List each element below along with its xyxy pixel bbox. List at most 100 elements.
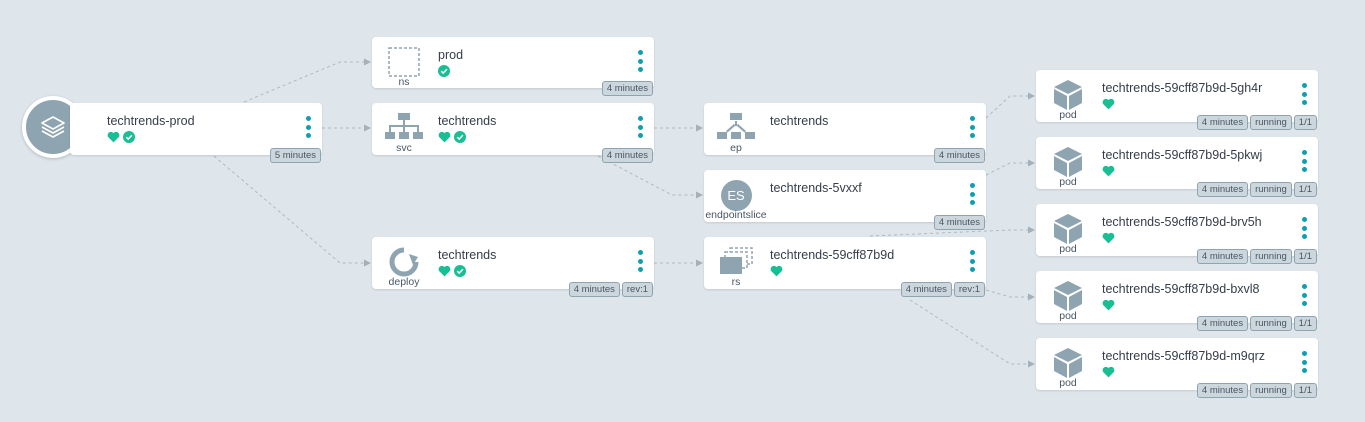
badges: 5 minutes xyxy=(269,148,321,163)
status-badge: running xyxy=(1250,182,1292,197)
pod-node[interactable]: pod techtrends-59cff87b9d-brv5h 4 minute… xyxy=(1036,204,1318,264)
pod-icon xyxy=(1048,346,1088,380)
node-menu-button[interactable] xyxy=(968,116,976,138)
node-title: techtrends-59cff87b9d xyxy=(770,248,895,262)
synced-check-icon xyxy=(454,131,466,143)
healthy-heart-icon xyxy=(770,265,783,277)
badges: 4 minutes rev:1 xyxy=(568,282,653,297)
ready-badge: 1/1 xyxy=(1293,115,1317,130)
node-kind: pod xyxy=(1059,243,1077,255)
healthy-heart-icon xyxy=(1102,232,1115,244)
pod-node[interactable]: pod techtrends-59cff87b9d-5pkwj 4 minute… xyxy=(1036,137,1318,197)
node-menu-button[interactable] xyxy=(1300,284,1308,306)
synced-check-icon xyxy=(123,131,135,143)
badges: 4 minutes xyxy=(601,81,653,96)
healthy-heart-icon xyxy=(1102,98,1115,110)
deployment-node[interactable]: deploy techtrends 4 minutes rev:1 xyxy=(372,237,654,297)
node-kind: pod xyxy=(1059,176,1077,188)
pod-node[interactable]: pod techtrends-59cff87b9d-5gh4r 4 minute… xyxy=(1036,70,1318,130)
node-menu-button[interactable] xyxy=(1300,351,1308,373)
synced-check-icon xyxy=(454,265,466,277)
badges: 4 minutes running 1/1 xyxy=(1196,182,1317,197)
node-title: prod xyxy=(438,48,464,62)
pod-node[interactable]: pod techtrends-59cff87b9d-m9qrz 4 minute… xyxy=(1036,338,1318,398)
age-badge: 4 minutes xyxy=(601,148,653,163)
healthy-heart-icon xyxy=(107,131,120,143)
age-badge: 5 minutes xyxy=(269,148,321,163)
application-card[interactable]: techtrends-prod 5 minutes xyxy=(70,103,322,163)
edge-app-deploy xyxy=(213,155,371,267)
age-badge: 4 minutes xyxy=(1196,383,1249,398)
edge-ep-pod2 xyxy=(985,159,1035,176)
node-menu-button[interactable] xyxy=(968,183,976,205)
node-title: techtrends-59cff87b9d-5pkwj xyxy=(1102,148,1263,162)
age-badge: 4 minutes xyxy=(1196,115,1249,130)
age-badge: 4 minutes xyxy=(1196,249,1249,264)
status-icons xyxy=(438,265,466,277)
node-kind: ns xyxy=(398,76,410,88)
node-title: techtrends-59cff87b9d-bxvl8 xyxy=(1102,282,1260,296)
revision-badge: rev:1 xyxy=(621,282,653,297)
node-menu-button[interactable] xyxy=(968,250,976,272)
pod-icon xyxy=(1048,279,1088,313)
node-kind: pod xyxy=(1059,310,1077,322)
status-icons xyxy=(1102,98,1115,110)
status-icons xyxy=(1102,165,1115,177)
node-title: techtrends xyxy=(770,114,829,128)
ready-badge: 1/1 xyxy=(1293,249,1317,264)
application-title: techtrends-prod xyxy=(107,114,195,128)
badges: 4 minutes running 1/1 xyxy=(1196,115,1317,130)
badges: 4 minutes running 1/1 xyxy=(1196,316,1317,331)
healthy-heart-icon xyxy=(438,265,451,277)
node-kind: pod xyxy=(1059,109,1077,121)
healthy-heart-icon xyxy=(1102,299,1115,311)
namespace-icon xyxy=(384,45,424,79)
pod-node[interactable]: pod techtrends-59cff87b9d-bxvl8 4 minute… xyxy=(1036,271,1318,331)
endpointslice-node[interactable]: ES endpointslice techtrends-5vxxf 4 minu… xyxy=(704,170,986,230)
ready-badge: 1/1 xyxy=(1293,182,1317,197)
node-menu-button[interactable] xyxy=(636,50,644,72)
badges: 4 minutes xyxy=(933,148,985,163)
pod-icon xyxy=(1048,78,1088,112)
age-badge: 4 minutes xyxy=(1196,316,1249,331)
status-icons xyxy=(770,265,783,277)
pod-icon xyxy=(1048,145,1088,179)
edge-ep-pod1 xyxy=(985,92,1035,119)
node-menu-button[interactable] xyxy=(1300,150,1308,172)
edge-ep-pod3 xyxy=(869,226,1035,237)
status-badge: running xyxy=(1250,115,1292,130)
node-menu-button[interactable] xyxy=(1300,217,1308,239)
edge-app-ns xyxy=(243,58,371,103)
service-node[interactable]: svc techtrends 4 minutes xyxy=(372,103,654,163)
service-icon xyxy=(384,111,424,145)
endpointslice-icon-label: ES xyxy=(720,179,752,211)
node-menu-button[interactable] xyxy=(304,116,312,138)
replicaset-node[interactable]: rs techtrends-59cff87b9d 4 minutes rev:1 xyxy=(704,237,986,297)
badges: 4 minutes xyxy=(933,215,985,230)
status-icons xyxy=(1102,299,1115,311)
healthy-heart-icon xyxy=(1102,165,1115,177)
age-badge: 4 minutes xyxy=(601,81,653,96)
deployment-icon xyxy=(384,245,424,279)
node-menu-button[interactable] xyxy=(1300,83,1308,105)
endpoints-node[interactable]: ep techtrends 4 minutes xyxy=(704,103,986,163)
node-title: techtrends-59cff87b9d-m9qrz xyxy=(1102,349,1266,363)
node-title: techtrends-59cff87b9d-brv5h xyxy=(1102,215,1262,229)
namespace-node[interactable]: ns prod 4 minutes xyxy=(372,37,654,96)
endpoints-icon xyxy=(716,111,756,145)
node-title: techtrends-59cff87b9d-5gh4r xyxy=(1102,81,1263,95)
node-title: techtrends xyxy=(438,248,497,262)
badges: 4 minutes xyxy=(601,148,653,163)
healthy-heart-icon xyxy=(1102,366,1115,378)
status-icons xyxy=(1102,366,1115,378)
layers-icon xyxy=(41,116,65,138)
ready-badge: 1/1 xyxy=(1293,316,1317,331)
node-menu-button[interactable] xyxy=(636,116,644,138)
pod-icon xyxy=(1048,212,1088,246)
node-menu-button[interactable] xyxy=(636,250,644,272)
edge-rs-pod5 xyxy=(909,299,1035,368)
node-kind: deploy xyxy=(388,276,420,288)
status-badge: running xyxy=(1250,316,1292,331)
age-badge: 4 minutes xyxy=(933,215,985,230)
ready-badge: 1/1 xyxy=(1293,383,1317,398)
